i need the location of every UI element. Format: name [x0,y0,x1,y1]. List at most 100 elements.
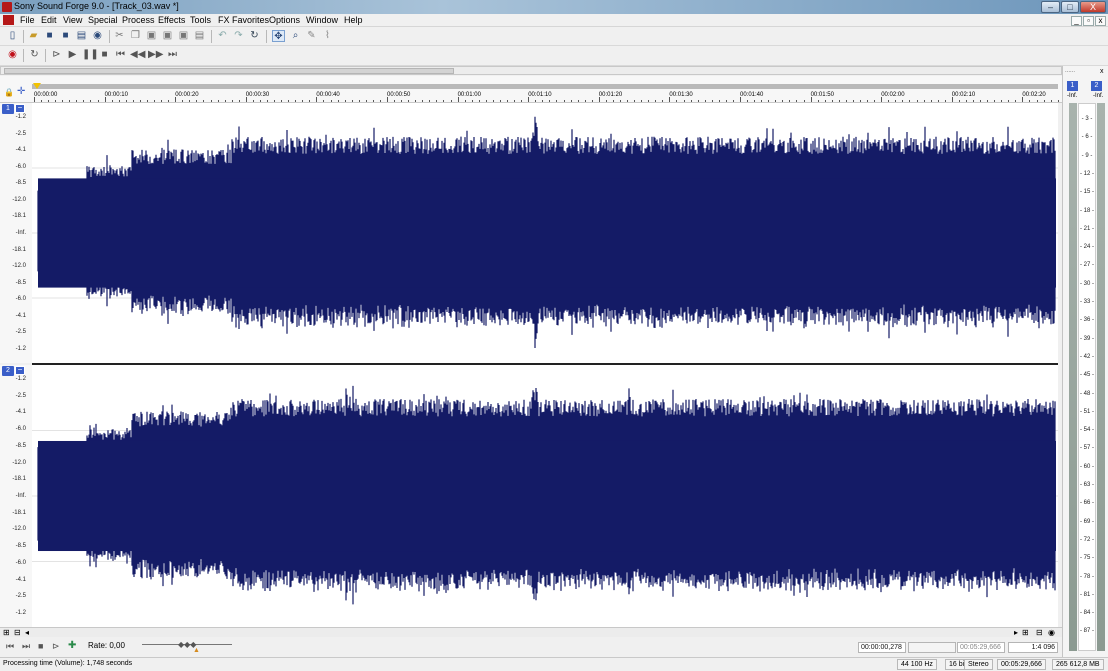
menu-fx-favorites[interactable]: FX Favorites [218,15,269,25]
zoom-normal-icon[interactable]: ◉ [1048,628,1055,637]
zoom-ratio[interactable]: 1:4 096 [1008,642,1058,653]
menu-edit[interactable]: Edit [41,15,57,25]
redo-icon[interactable]: ↷ [232,30,245,42]
overview-scrollbar[interactable] [0,66,1062,75]
crop-icon[interactable]: ▣ [177,30,190,42]
pencil-tool-icon[interactable]: ✎ [305,30,318,42]
minimize-button[interactable]: – [1041,1,1060,13]
overview-scroll-thumb[interactable] [4,68,454,74]
properties-icon[interactable]: ◉ [91,30,104,42]
meter-scale-label: - 87 - [1079,628,1094,635]
file-length: 00:05:29,666 [957,642,1005,653]
ruler-tick [231,100,233,102]
time-ruler[interactable]: 🔒 ✛ 00:00:00 00:00:10 00:00:20 00:00:30 00:0… [0,76,1087,103]
zoom-in-time-icon[interactable]: ⊞ [1022,628,1029,637]
channel-2-badge[interactable]: 2 [2,366,14,376]
open-folder-icon[interactable]: ▰ [27,30,40,42]
play-all-icon[interactable]: ⊳ [50,49,63,61]
ruler-tick [725,100,727,102]
go-to-start-icon[interactable]: ⏮ [6,641,14,652]
record-icon[interactable]: ◉ [6,49,19,61]
menu-process[interactable]: Process [122,15,155,25]
zoom-out-icon[interactable]: ⊟ [14,628,21,637]
meter-bar-1 [1069,103,1077,651]
menu-file[interactable]: File [20,15,35,25]
loop-icon[interactable]: ↻ [28,49,41,61]
doc-restore-button[interactable]: ▫ [1083,16,1094,26]
undo-icon[interactable]: ↶ [216,30,229,42]
doc-minimize-button[interactable]: _ [1071,16,1082,26]
document-icon[interactable] [3,15,14,25]
channel-2-waveform[interactable] [32,365,1058,627]
go-to-end-icon[interactable]: ⏭ [166,49,179,61]
ruler-tick [810,97,812,102]
paste-icon[interactable]: ▣ [145,30,158,42]
ruler-tick [464,100,466,102]
ruler-tick [824,100,826,102]
ruler-tick [817,100,819,102]
ruler-tick [1050,100,1052,102]
status-sample-rate[interactable]: 44 100 Hz [897,659,937,670]
render-icon[interactable]: ▤ [75,30,88,42]
meter-peak-1[interactable]: -Inf. [1067,93,1077,99]
menu-view[interactable]: View [63,15,82,25]
selection-length[interactable] [908,642,956,653]
stop-icon[interactable]: ■ [38,641,43,651]
channel-2-collapse-button[interactable]: − [15,366,25,375]
maximize-button[interactable]: □ [1061,1,1079,13]
play-icon[interactable]: ▶ [66,49,79,61]
ruler-tick [161,100,163,102]
pause-icon[interactable]: ❚❚ [82,49,99,61]
meter-scale-label: - 84 - [1079,610,1094,617]
save-all-icon[interactable]: ■ [59,30,72,42]
channel-1-waveform[interactable] [32,103,1058,363]
go-to-end-icon[interactable]: ⏭ [22,641,30,652]
rewind-icon[interactable]: ◀◀ [130,49,145,61]
save-icon[interactable]: ■ [43,30,56,42]
repeat-icon[interactable]: ↻ [248,30,261,42]
menu-tools[interactable]: Tools [190,15,211,25]
ruler-tick [556,100,558,102]
stop-icon[interactable]: ■ [98,49,111,61]
scroll-right-icon[interactable]: ▸ [1014,628,1018,637]
envelope-tool-icon[interactable]: ⌇ [321,30,334,42]
cursor-position[interactable]: 00:00:00,278 [858,642,906,653]
add-marker-icon[interactable]: ✚ [68,640,76,651]
new-file-icon[interactable]: ▯ [6,30,19,42]
forward-icon[interactable]: ▶▶ [148,49,163,61]
cut-icon[interactable]: ✂ [113,30,126,42]
close-button[interactable]: X [1080,1,1106,13]
meter-grip[interactable]: ...... [1065,68,1075,74]
ruler-label: 00:00:20 [175,92,199,98]
menu-help[interactable]: Help [344,15,363,25]
waveform-scrollbar[interactable]: ⊞ ⊟ ◂ ▸ ⊞ ⊟ ◉ [0,627,1062,637]
channel-1-collapse-button[interactable]: − [15,104,25,113]
ruler-tick [845,100,847,102]
menu-window[interactable]: Window [306,15,338,25]
doc-close-button[interactable]: x [1095,16,1106,26]
meter-close-icon[interactable]: x [1100,68,1104,75]
mix-icon[interactable]: ▣ [161,30,174,42]
scroll-left-icon[interactable]: ◂ [25,628,29,637]
status-channels[interactable]: Stereo [964,659,993,670]
db-scale-label: -8.5 [15,543,26,550]
menu-effects[interactable]: Effects [158,15,185,25]
db-scale-label: -2.5 [15,329,26,336]
trim-icon[interactable]: ▤ [193,30,206,42]
snap-icon[interactable]: ✛ [17,86,25,97]
edit-tool-icon[interactable]: ✥ [272,30,285,42]
ruler-tick [867,100,869,102]
go-to-start-icon[interactable]: ⏮ [114,49,127,61]
menu-options[interactable]: Options [269,15,300,25]
ruler-tick [274,100,276,102]
play-icon[interactable]: ⊳ [52,641,60,652]
menu-special[interactable]: Special [88,15,118,25]
zoom-in-icon[interactable]: ⊞ [3,628,10,637]
transport-toolbar: ◉ ↻ ⊳ ▶ ❚❚ ■ ⏮ ◀◀ ▶▶ ⏭ [0,46,1108,66]
magnify-tool-icon[interactable]: ⌕ [289,30,302,42]
lock-icon[interactable]: 🔒 [4,88,14,97]
copy-icon[interactable]: ❐ [129,30,142,42]
channel-1-badge[interactable]: 1 [2,104,14,114]
meter-peak-2[interactable]: -Inf. [1093,93,1103,99]
zoom-out-time-icon[interactable]: ⊟ [1036,628,1043,637]
